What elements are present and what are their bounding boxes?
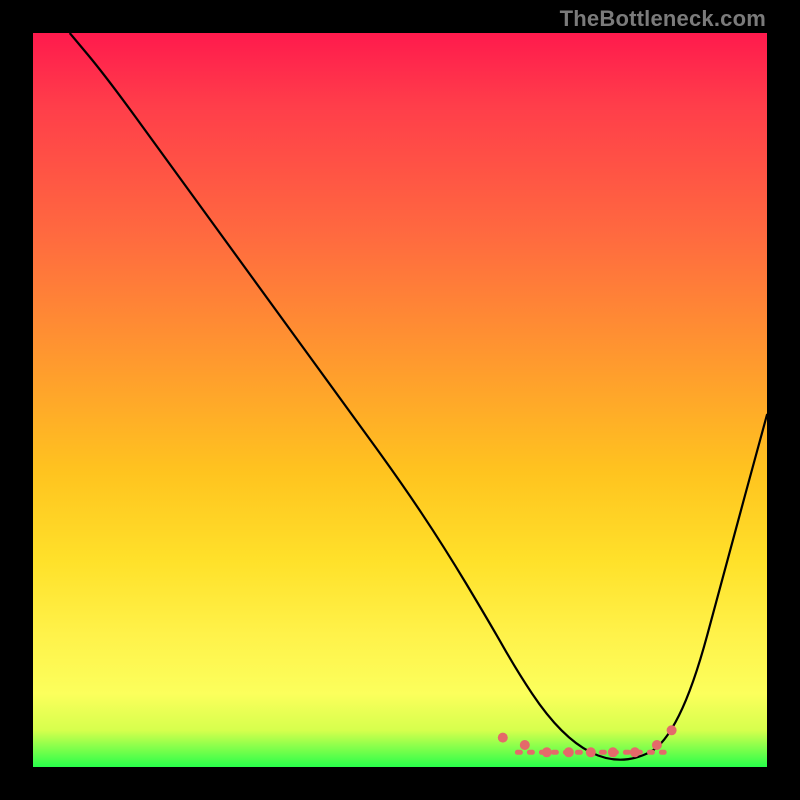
marker-dot — [542, 747, 552, 757]
marker-dot — [667, 725, 677, 735]
marker-dot — [520, 740, 530, 750]
bottleneck-curve — [33, 33, 767, 767]
watermark-text: TheBottleneck.com — [560, 6, 766, 32]
marker-dot — [630, 747, 640, 757]
plot-area — [33, 33, 767, 767]
marker-dot — [498, 733, 508, 743]
marker-dot — [564, 747, 574, 757]
marker-dot — [652, 740, 662, 750]
marker-dot — [608, 747, 618, 757]
chart-container: TheBottleneck.com — [0, 0, 800, 800]
marker-dot — [586, 747, 596, 757]
